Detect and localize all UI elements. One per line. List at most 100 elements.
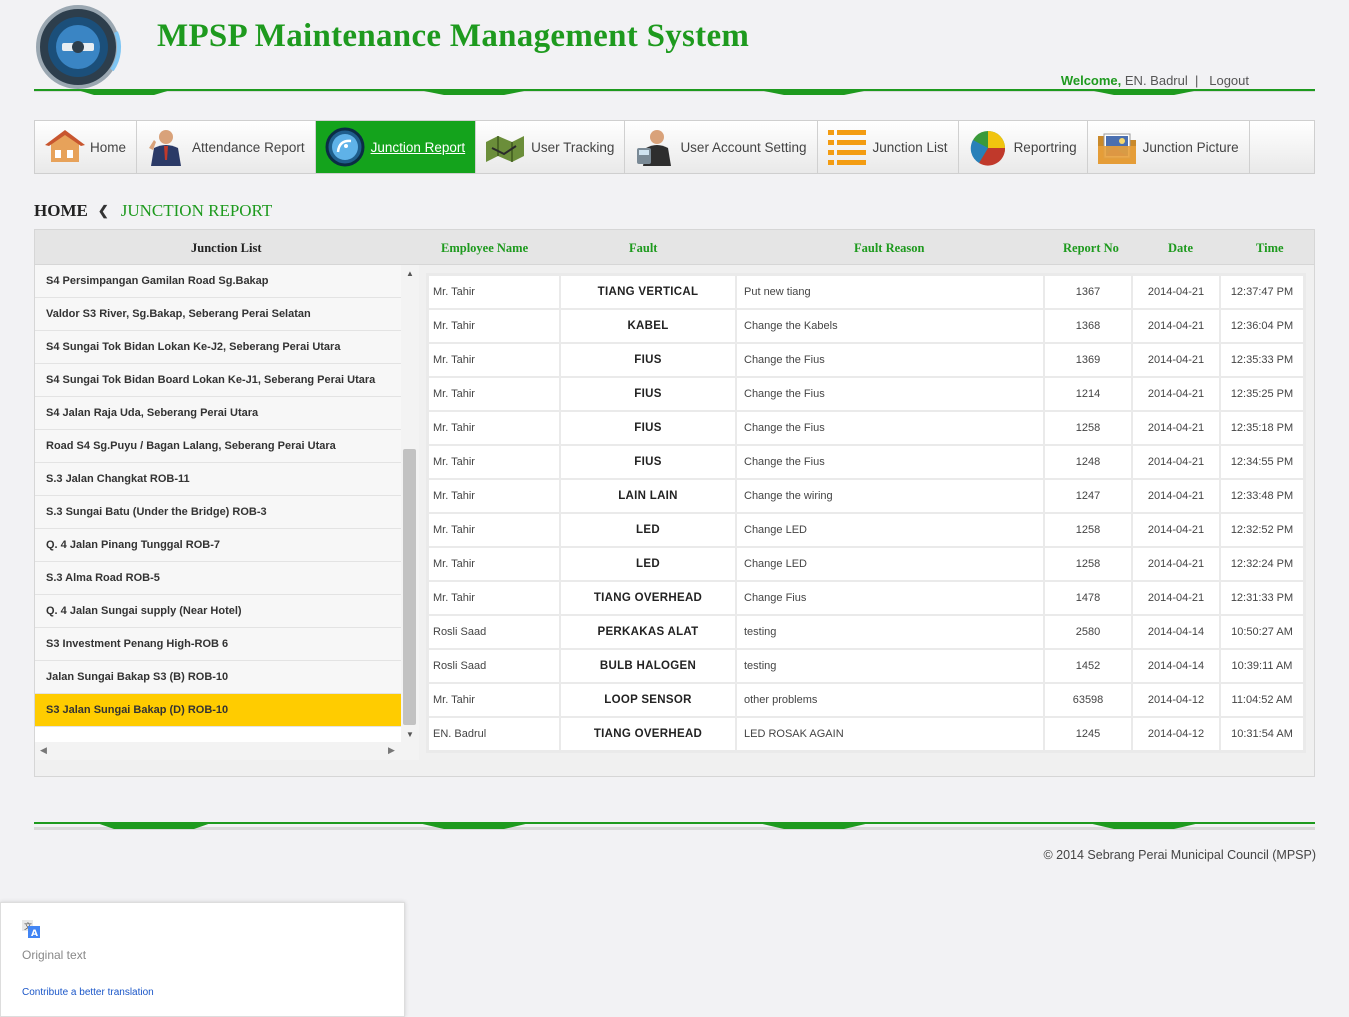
nav-user-account-setting[interactable]: User Account Setting [625,121,818,173]
report-no-cell: 2580 [1045,616,1131,648]
employee-cell: Mr. Tahir [429,378,559,410]
table-row[interactable]: Mr. Tahir KABEL Change the Kabels 1368 2014-… [429,310,1303,342]
businessman-icon [143,124,189,170]
employee-cell: Mr. Tahir [429,684,559,716]
employee-cell: Mr. Tahir [429,344,559,376]
table-row[interactable]: Mr. Tahir TIANG OVERHEAD Change Fius 1478 20… [429,582,1303,614]
table-row[interactable]: Mr. Tahir FIUS Change the Fius 1248 2014-04-… [429,446,1303,478]
nav-attendance-report[interactable]: Attendance Report [137,121,316,173]
table-row[interactable]: Mr. Tahir LED Change LED 1258 2014-04-21 12:3… [429,548,1303,580]
report-no-cell: 1478 [1045,582,1131,614]
fault-cell: LAIN LAIN [561,480,735,512]
fault-reason-cell: Change the Fius [737,412,1043,444]
logout-link[interactable]: Logout [1209,73,1249,88]
main-nav: Home Attendance Report Junction Report U… [34,120,1315,174]
report-no-cell: 1452 [1045,650,1131,682]
contribute-translation-link[interactable]: Contribute a better translation [22,987,154,998]
fault-header: Fault [629,241,658,255]
footer-divider [34,822,1315,830]
junction-list-item[interactable]: S.3 Alma Road ROB-5 [35,562,401,595]
junction-list-item[interactable]: S4 Persimpangan Gamilan Road Sg.Bakap [35,265,401,298]
table-row[interactable]: Mr. Tahir FIUS Change the Fius 1369 2014-04-… [429,344,1303,376]
fault-cell: TIANG OVERHEAD [561,718,735,750]
date-cell: 2014-04-14 [1133,616,1219,648]
time-cell: 12:35:33 PM [1221,344,1303,376]
user-name: EN. Badrul [1124,73,1188,88]
fault-cell: BULB HALOGEN [561,650,735,682]
junction-list-item[interactable]: S3 Investment Penang High-ROB 6 [35,628,401,661]
header-divider [34,89,1315,97]
breadcrumb-home[interactable]: HOME [34,201,88,221]
date-cell: 2014-04-12 [1133,684,1219,716]
nav-label: User Account Setting [680,139,807,155]
report-no-cell: 1247 [1045,480,1131,512]
junction-list-item[interactable]: S4 Sungai Tok Bidan Lokan Ke-J2, Seberan… [35,331,401,364]
date-cell: 2014-04-21 [1133,276,1219,308]
nav-user-tracking[interactable]: User Tracking [476,121,626,173]
date-cell: 2014-04-21 [1133,344,1219,376]
time-cell: 12:33:48 PM [1221,480,1303,512]
fault-cell: KABEL [561,310,735,342]
report-no-cell: 1367 [1045,276,1131,308]
picture-folder-icon [1094,124,1140,170]
fault-reason-cell: Change Fius [737,582,1043,614]
list-icon [824,124,870,170]
fault-cell: FIUS [561,412,735,444]
scroll-left-arrow-icon[interactable]: ◀ [40,745,47,756]
junction-list-item[interactable]: Q. 4 Jalan Sungai supply (Near Hotel) [35,595,401,628]
scroll-up-arrow-icon[interactable]: ▲ [406,269,414,278]
junction-list-item[interactable]: S4 Sungai Tok Bidan Board Lokan Ke-J1, S… [35,364,401,397]
scroll-thumb[interactable] [403,449,416,725]
nav-junction-picture[interactable]: Junction Picture [1088,121,1250,173]
employee-cell: Mr. Tahir [429,548,559,580]
nav-reportring[interactable]: Reportring [959,121,1088,173]
time-cell: 10:31:54 AM [1221,718,1303,750]
junction-list-item[interactable]: S3 Jalan Sungai Bakap (D) ROB-10 [35,694,401,727]
report-no-cell: 1258 [1045,412,1131,444]
employee-cell: Mr. Tahir [429,514,559,546]
report-table: Mr. Tahir TIANG VERTICAL Put new tiang 1367… [427,274,1305,752]
scroll-right-arrow-icon[interactable]: ▶ [388,745,395,756]
report-table-container: Mr. Tahir TIANG VERTICAL Put new tiang 1367… [426,273,1306,753]
translate-icon: 文A [22,920,40,943]
junction-list-item[interactable]: S4 Jalan Raja Uda, Seberang Perai Utara [35,397,401,430]
date-cell: 2014-04-21 [1133,480,1219,512]
nav-junction-list[interactable]: Junction List [818,121,959,173]
junction-list-item[interactable]: Q. 4 Jalan Pinang Tunggal ROB-7 [35,529,401,562]
table-row[interactable]: EN. Badrul TIANG OVERHEAD LED ROSAK AGAIN 1… [429,718,1303,750]
employee-cell: Mr. Tahir [429,446,559,478]
time-cell: 12:36:04 PM [1221,310,1303,342]
junction-list-item[interactable]: S.3 Sungai Batu (Under the Bridge) ROB-3 [35,496,401,529]
fault-reason-cell: Change the wiring [737,480,1043,512]
table-row[interactable]: Rosli Saad PERKAKAS ALAT testing 2580 2014-0… [429,616,1303,648]
fault-reason-cell: testing [737,616,1043,648]
nav-label: Junction Picture [1142,139,1239,155]
table-row[interactable]: Mr. Tahir FIUS Change the Fius 1214 2014-04-… [429,378,1303,410]
nav-label: Junction Report [370,139,466,155]
time-header: Time [1256,241,1284,255]
scroll-down-arrow-icon[interactable]: ▼ [406,730,414,739]
time-cell: 11:04:52 AM [1221,684,1303,716]
junction-list-item[interactable]: Road S4 Sg.Puyu / Bagan Lalang, Seberang… [35,430,401,463]
date-cell: 2014-04-21 [1133,378,1219,410]
table-row[interactable]: Mr. Tahir TIANG VERTICAL Put new tiang 1367… [429,276,1303,308]
fault-reason-cell: Change the Kabels [737,310,1043,342]
table-row[interactable]: Mr. Tahir LED Change LED 1258 2014-04-21 12:3… [429,514,1303,546]
nav-junction-report[interactable]: Junction Report [315,121,477,173]
table-row[interactable]: Mr. Tahir FIUS Change the Fius 1258 2014-04-… [429,412,1303,444]
junction-list-vertical-scrollbar[interactable]: ▲ ▼ [401,265,419,742]
junction-list-item[interactable]: Jalan Sungai Bakap S3 (B) ROB-10 [35,661,401,694]
junction-list-item[interactable]: Valdor S3 River, Sg.Bakap, Seberang Pera… [35,298,401,331]
table-row[interactable]: Rosli Saad BULB HALOGEN testing 1452 2014-04… [429,650,1303,682]
date-header: Date [1168,241,1193,255]
nav-home[interactable]: Home [35,121,138,173]
table-row[interactable]: Mr. Tahir LAIN LAIN Change the wiring 1247 2… [429,480,1303,512]
junction-list-item[interactable]: S.3 Jalan Changkat ROB-11 [35,463,401,496]
fault-reason-cell: other problems [737,684,1043,716]
date-cell: 2014-04-21 [1133,582,1219,614]
time-cell: 12:37:47 PM [1221,276,1303,308]
date-cell: 2014-04-21 [1133,446,1219,478]
table-row[interactable]: Mr. Tahir LOOP SENSOR other problems 63598 2… [429,684,1303,716]
date-cell: 2014-04-21 [1133,412,1219,444]
junction-list-horizontal-scrollbar[interactable]: ◀ ▶ [35,742,419,760]
